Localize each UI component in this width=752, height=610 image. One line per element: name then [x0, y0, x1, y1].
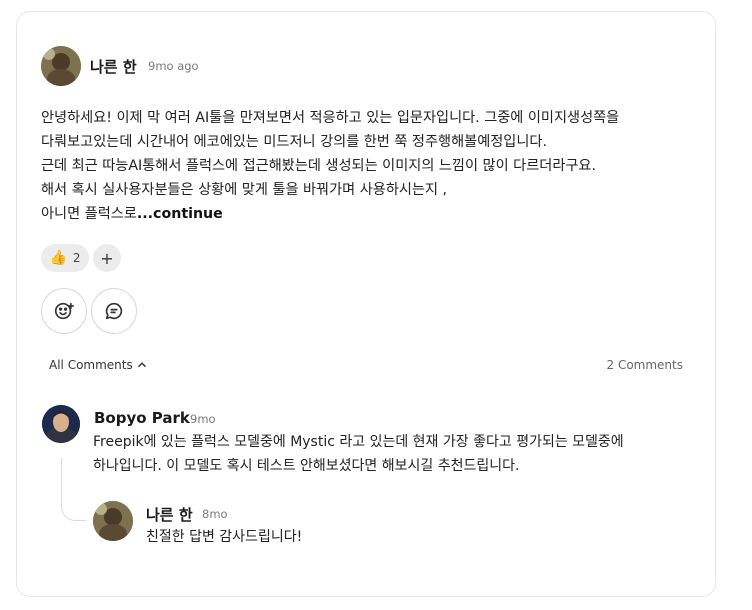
- post-line: 안녕하세요! 이제 막 여러 AI툴을 만져보면서 적응하고 있는 입문자입니다…: [41, 110, 620, 126]
- post-line: 다뤄보고있는데 시간내어 에코에있는 미드저니 강의를 한번 쭉 정주행해볼예정…: [41, 134, 547, 150]
- comment-line: 하나입니다. 이 모델도 혹시 테스트 안해보셨다면 해보시길 추천드립니다.: [93, 458, 520, 474]
- add-emoji-icon: [54, 302, 74, 320]
- comments-count: 2 Comments: [606, 358, 684, 372]
- reply-line: 친절한 답변 감사드립니다!: [146, 529, 303, 545]
- add-emoji-button[interactable]: [41, 288, 87, 334]
- all-comments-label: All Comments: [49, 358, 133, 372]
- post-time: 9mo ago: [148, 59, 199, 73]
- commenter-avatar[interactable]: [42, 405, 80, 443]
- comment-author-name[interactable]: Bopyo Park: [94, 409, 190, 427]
- add-reaction-button[interactable]: +: [93, 244, 121, 272]
- comment-time: 9mo: [190, 412, 216, 426]
- reply-thread-line: [61, 458, 86, 521]
- continue-link[interactable]: ...continue: [137, 206, 223, 222]
- plus-icon: +: [100, 248, 114, 268]
- post-body: 안녕하세요! 이제 막 여러 AI툴을 만져보면서 적응하고 있는 입문자입니다…: [41, 106, 701, 226]
- comment-icon: [105, 302, 123, 320]
- post-line-last: 아니면 플럭스로...continue: [41, 202, 701, 226]
- reply-author-avatar[interactable]: [93, 501, 133, 541]
- post-line: 근데 최근 따능AI통해서 플럭스에 접근해봤는데 생성되는 이미지의 느낌이 …: [41, 158, 596, 174]
- chevron-up-icon: [137, 362, 146, 368]
- post-line: 아니면 플럭스로: [41, 206, 137, 222]
- all-comments-toggle[interactable]: All Comments: [49, 358, 147, 372]
- comment-body: Freepik에 있는 플럭스 모델중에 Mystic 라고 있는데 현재 가장…: [93, 430, 624, 478]
- reply-author-name[interactable]: 나른 한: [146, 504, 193, 525]
- reply-body: 친절한 답변 감사드립니다!: [146, 525, 302, 549]
- comment-button[interactable]: [91, 288, 137, 334]
- post-author-name[interactable]: 나른 한: [90, 56, 137, 77]
- post-author-avatar[interactable]: [41, 46, 81, 86]
- post-line: 해서 혹시 실사용자분들은 상황에 맞게 툴을 바꿔가며 사용하시는지 ,: [41, 182, 448, 198]
- comment-line: Freepik에 있는 플럭스 모델중에 Mystic 라고 있는데 현재 가장…: [93, 434, 624, 450]
- thumbs-up-reaction[interactable]: 👍 2: [41, 244, 89, 272]
- thumbs-up-icon: 👍: [49, 250, 67, 266]
- reaction-count: 2: [72, 251, 81, 265]
- reply-time: 8mo: [202, 507, 228, 521]
- post-card: 나른 한 9mo ago 안녕하세요! 이제 막 여러 AI툴을 만져보면서 적…: [16, 11, 716, 597]
